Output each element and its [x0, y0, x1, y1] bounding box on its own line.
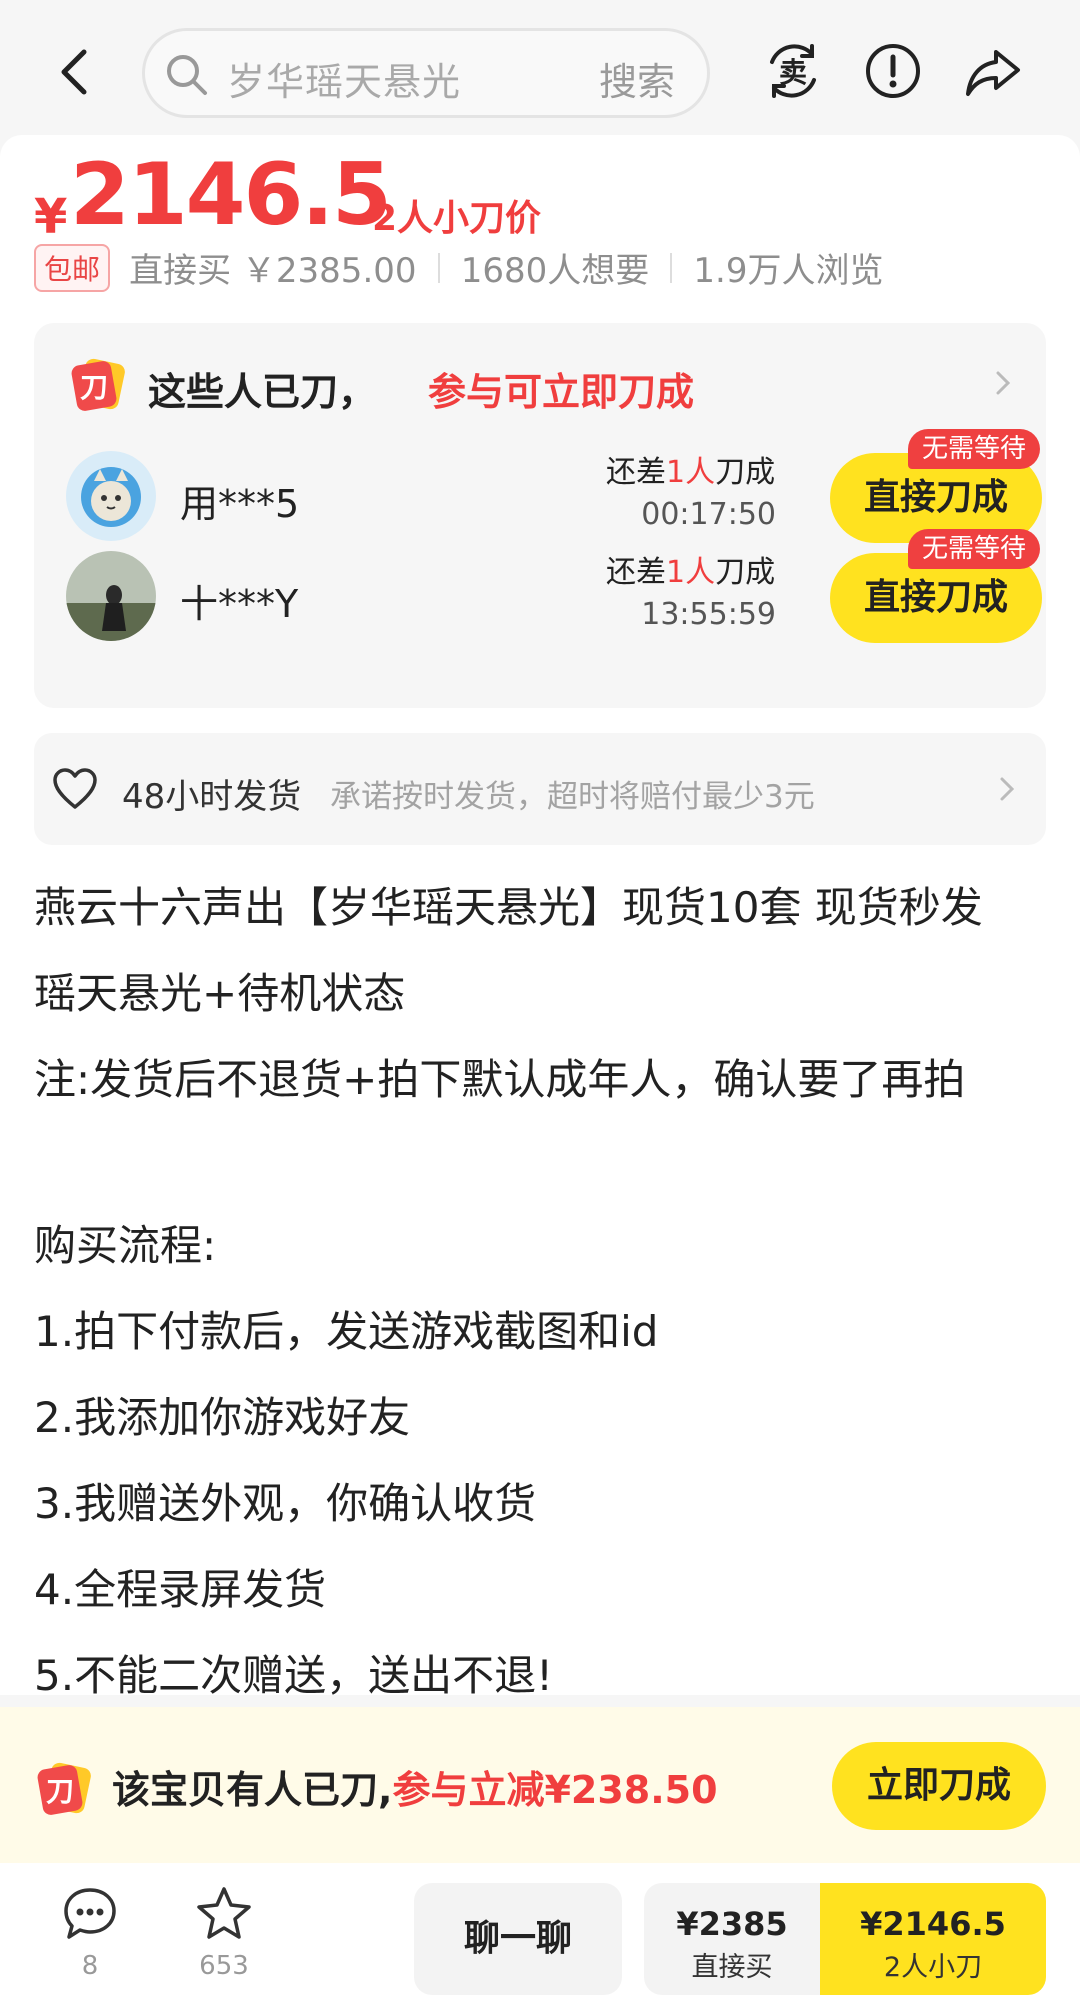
- description-line: 注:发货后不退货+拍下默认成年人，确认要了再拍: [34, 1055, 966, 1104]
- shipping-promise-bar[interactable]: 48小时发货 承诺按时发货，超时将赔付最少3元: [34, 733, 1046, 845]
- star-icon: [195, 1885, 253, 1943]
- description-line: 瑶天悬光+待机状态: [34, 969, 406, 1018]
- meta-row: 包邮 直接买 ￥2385.00 1680人想要 1.9万人浏览: [34, 243, 884, 293]
- description-line: 购买流程:: [34, 1221, 217, 1270]
- bargain-panel: 刀 这些人已刀， 参与可立即刀成 用***5 还差1人刀成 00:17:50 直…: [34, 323, 1046, 708]
- direct-buy-label: 直接买: [691, 1952, 773, 1983]
- countdown-timer: 00:17:50: [641, 497, 776, 532]
- top-bar: 岁华瑶天悬光 搜索 卖: [0, 0, 1080, 135]
- chat-button[interactable]: 聊一聊: [414, 1883, 622, 1995]
- search-input[interactable]: 岁华瑶天悬光 搜索: [142, 28, 710, 118]
- bargain-status: 还差1人刀成: [606, 455, 776, 490]
- heart-icon: [52, 767, 98, 811]
- description-line: 2.我添加你游戏好友: [34, 1393, 411, 1442]
- bargain-buy-label: 2人小刀: [883, 1952, 983, 1983]
- bargain-status: 还差1人刀成: [606, 555, 776, 590]
- promo-text: 该宝贝有人已刀,参与立减¥238.50: [112, 1768, 718, 1812]
- search-query: 岁华瑶天悬光: [227, 60, 462, 104]
- price-tag: 2人小刀价: [372, 198, 542, 239]
- share-icon[interactable]: [962, 40, 1024, 102]
- product-card: ¥ 2146.5 2人小刀价 包邮 直接买 ￥2385.00 1680人想要 1…: [0, 135, 1080, 1700]
- bargain-title: 这些人已刀，: [148, 370, 377, 414]
- bargain-price: 2146.5: [70, 145, 392, 245]
- chevron-right-icon: [994, 773, 1020, 805]
- shipping-desc: 承诺按时发货，超时将赔付最少3元: [330, 779, 815, 815]
- description-line: 1.拍下付款后，发送游戏截图和id: [34, 1307, 659, 1356]
- product-description: 燕云十六声出【岁华瑶天悬光】现货10套 现货秒发 瑶天悬光+待机状态 注:发货后…: [34, 865, 1046, 1719]
- bargain-buy-button[interactable]: ¥2146.5 2人小刀: [820, 1883, 1046, 1995]
- bargain-now-button[interactable]: 立即刀成: [832, 1742, 1046, 1830]
- avatar: [66, 551, 156, 641]
- bargain-logo-icon: 刀: [68, 353, 130, 415]
- divider: [437, 252, 440, 283]
- description-line: 3.我赠送外观，你确认收货: [34, 1479, 537, 1528]
- bottom-action-bar: 8 653 聊一聊 ¥2385 直接买 ¥2146.5 2人小刀: [0, 1863, 1080, 2014]
- search-button[interactable]: 搜索: [599, 51, 675, 106]
- free-shipping-badge: 包邮: [34, 243, 111, 292]
- report-icon[interactable]: [862, 40, 924, 102]
- direct-buy-price: ¥2385: [676, 1905, 788, 1943]
- favorites-count: 653: [199, 1951, 249, 1981]
- divider: [670, 252, 673, 283]
- shipping-title: 48小时发货: [122, 777, 302, 817]
- bargain-row: 十***Y 还差1人刀成 13:55:59 直接刀成 无需等待: [66, 529, 1042, 643]
- svg-text:刀: 刀: [46, 1775, 74, 1808]
- direct-buy-button[interactable]: ¥2385 直接买: [644, 1883, 820, 1995]
- bargain-row: 用***5 还差1人刀成 00:17:50 直接刀成 无需等待: [66, 429, 1042, 543]
- description-line: 燕云十六声出【岁华瑶天悬光】现货10套 现货秒发: [34, 883, 983, 932]
- sell-icon[interactable]: 卖: [762, 40, 824, 102]
- favorite-button[interactable]: 653: [174, 1885, 274, 1981]
- comments-count: 8: [81, 1951, 99, 1981]
- user-name: 十***Y: [180, 582, 299, 626]
- currency-symbol: ¥: [34, 189, 68, 245]
- search-icon: [163, 51, 211, 99]
- back-arrow-icon[interactable]: [50, 42, 100, 102]
- bargain-logo-icon: 刀: [34, 1757, 96, 1819]
- countdown-timer: 13:55:59: [641, 597, 776, 632]
- purchase-buttons: ¥2385 直接买 ¥2146.5 2人小刀: [644, 1883, 1046, 1995]
- no-wait-badge: 无需等待: [908, 429, 1041, 469]
- views-count: 1.9万人浏览: [693, 251, 884, 291]
- comments-button[interactable]: 8: [40, 1885, 140, 1981]
- bargain-header[interactable]: 刀 这些人已刀， 参与可立即刀成: [68, 353, 1018, 415]
- chat-bubble-icon: [61, 1885, 119, 1943]
- svg-text:卖: 卖: [779, 56, 807, 89]
- direct-buy-price: 直接买 ￥2385.00: [129, 251, 417, 291]
- bargain-title-highlight: 参与可立即刀成: [428, 370, 695, 414]
- chevron-right-icon: [988, 365, 1018, 401]
- wants-count: 1680人想要: [460, 251, 650, 291]
- svg-text:刀: 刀: [80, 371, 108, 404]
- avatar: [66, 451, 156, 541]
- user-name: 用***5: [180, 482, 300, 526]
- bargain-promo-bar: 刀 该宝贝有人已刀,参与立减¥238.50 立即刀成: [0, 1707, 1080, 1863]
- no-wait-badge: 无需等待: [908, 529, 1041, 569]
- description-line: [34, 1123, 1046, 1203]
- description-line: 4.全程录屏发货: [34, 1565, 327, 1614]
- bargain-buy-price: ¥2146.5: [860, 1905, 1006, 1943]
